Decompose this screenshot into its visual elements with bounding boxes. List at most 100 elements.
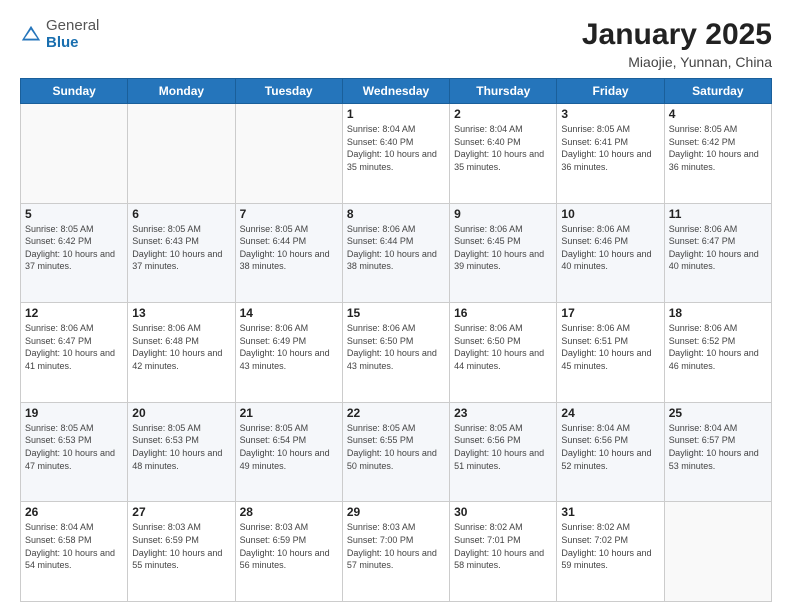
- day-info: Sunrise: 8:06 AM Sunset: 6:48 PM Dayligh…: [132, 322, 230, 372]
- day-number: 13: [132, 306, 230, 320]
- day-info: Sunrise: 8:06 AM Sunset: 6:49 PM Dayligh…: [240, 322, 338, 372]
- day-info: Sunrise: 8:04 AM Sunset: 6:56 PM Dayligh…: [561, 422, 659, 472]
- weekday-header-wednesday: Wednesday: [342, 79, 449, 104]
- day-number: 24: [561, 406, 659, 420]
- day-number: 9: [454, 207, 552, 221]
- calendar-cell: 22 Sunrise: 8:05 AM Sunset: 6:55 PM Dayli…: [342, 402, 449, 502]
- day-info: Sunrise: 8:05 AM Sunset: 6:42 PM Dayligh…: [25, 223, 123, 273]
- calendar-cell: 30 Sunrise: 8:02 AM Sunset: 7:01 PM Dayli…: [450, 502, 557, 602]
- day-info: Sunrise: 8:02 AM Sunset: 7:01 PM Dayligh…: [454, 521, 552, 571]
- day-info: Sunrise: 8:05 AM Sunset: 6:53 PM Dayligh…: [25, 422, 123, 472]
- day-info: Sunrise: 8:05 AM Sunset: 6:44 PM Dayligh…: [240, 223, 338, 273]
- calendar-title: January 2025: [582, 18, 772, 52]
- calendar-cell: 18 Sunrise: 8:06 AM Sunset: 6:52 PM Dayli…: [664, 303, 771, 403]
- day-info: Sunrise: 8:06 AM Sunset: 6:45 PM Dayligh…: [454, 223, 552, 273]
- day-number: 3: [561, 107, 659, 121]
- day-number: 5: [25, 207, 123, 221]
- day-number: 21: [240, 406, 338, 420]
- calendar-cell: 24 Sunrise: 8:04 AM Sunset: 6:56 PM Dayli…: [557, 402, 664, 502]
- day-info: Sunrise: 8:06 AM Sunset: 6:46 PM Dayligh…: [561, 223, 659, 273]
- weekday-header-friday: Friday: [557, 79, 664, 104]
- day-info: Sunrise: 8:03 AM Sunset: 6:59 PM Dayligh…: [240, 521, 338, 571]
- day-info: Sunrise: 8:04 AM Sunset: 6:40 PM Dayligh…: [347, 123, 445, 173]
- day-info: Sunrise: 8:03 AM Sunset: 6:59 PM Dayligh…: [132, 521, 230, 571]
- calendar-cell: 2 Sunrise: 8:04 AM Sunset: 6:40 PM Daylig…: [450, 104, 557, 204]
- calendar-cell: 25 Sunrise: 8:04 AM Sunset: 6:57 PM Dayli…: [664, 402, 771, 502]
- day-number: 26: [25, 505, 123, 519]
- calendar-cell: 20Sunrise: 8:05 AM Sunset: 6:53 PM Dayli…: [128, 402, 235, 502]
- day-info: Sunrise: 8:06 AM Sunset: 6:47 PM Dayligh…: [669, 223, 767, 273]
- day-number: 14: [240, 306, 338, 320]
- calendar-cell: [21, 104, 128, 204]
- calendar-cell: 12 Sunrise: 8:06 AM Sunset: 6:47 PM Dayli…: [21, 303, 128, 403]
- day-number: 17: [561, 306, 659, 320]
- weekday-header-tuesday: Tuesday: [235, 79, 342, 104]
- day-info: Sunrise: 8:05 AM Sunset: 6:41 PM Dayligh…: [561, 123, 659, 173]
- calendar-cell: 26Sunrise: 8:04 AM Sunset: 6:58 PM Dayli…: [21, 502, 128, 602]
- day-info: Sunrise: 8:04 AM Sunset: 6:40 PM Dayligh…: [454, 123, 552, 173]
- weekday-header-row: SundayMondayTuesdayWednesdayThursdayFrid…: [21, 79, 772, 104]
- day-number: 12: [25, 306, 123, 320]
- calendar-cell: [235, 104, 342, 204]
- day-number: 2: [454, 107, 552, 121]
- day-info: Sunrise: 8:04 AM Sunset: 6:57 PM Dayligh…: [669, 422, 767, 472]
- day-number: 29: [347, 505, 445, 519]
- week-row-3: 12 Sunrise: 8:06 AM Sunset: 6:47 PM Dayli…: [21, 303, 772, 403]
- calendar-table: SundayMondayTuesdayWednesdayThursdayFrid…: [20, 78, 772, 602]
- day-number: 18: [669, 306, 767, 320]
- day-info: Sunrise: 8:06 AM Sunset: 6:52 PM Dayligh…: [669, 322, 767, 372]
- day-number: 30: [454, 505, 552, 519]
- calendar-cell: 14 Sunrise: 8:06 AM Sunset: 6:49 PM Dayli…: [235, 303, 342, 403]
- day-number: 23: [454, 406, 552, 420]
- logo-text: General Blue: [46, 18, 99, 51]
- weekday-header-monday: Monday: [128, 79, 235, 104]
- day-number: 4: [669, 107, 767, 121]
- calendar-cell: 5 Sunrise: 8:05 AM Sunset: 6:42 PM Daylig…: [21, 203, 128, 303]
- day-info: Sunrise: 8:06 AM Sunset: 6:47 PM Dayligh…: [25, 322, 123, 372]
- day-number: 11: [669, 207, 767, 221]
- day-number: 31: [561, 505, 659, 519]
- weekday-header-thursday: Thursday: [450, 79, 557, 104]
- calendar-cell: 27 Sunrise: 8:03 AM Sunset: 6:59 PM Dayli…: [128, 502, 235, 602]
- calendar-cell: 29 Sunrise: 8:03 AM Sunset: 7:00 PM Dayli…: [342, 502, 449, 602]
- week-row-5: 26Sunrise: 8:04 AM Sunset: 6:58 PM Dayli…: [21, 502, 772, 602]
- calendar-cell: [128, 104, 235, 204]
- calendar-cell: 11 Sunrise: 8:06 AM Sunset: 6:47 PM Dayli…: [664, 203, 771, 303]
- logo: General Blue: [20, 18, 99, 51]
- day-info: Sunrise: 8:06 AM Sunset: 6:44 PM Dayligh…: [347, 223, 445, 273]
- calendar-cell: 7 Sunrise: 8:05 AM Sunset: 6:44 PM Daylig…: [235, 203, 342, 303]
- calendar-cell: 17Sunrise: 8:06 AM Sunset: 6:51 PM Dayli…: [557, 303, 664, 403]
- day-info: Sunrise: 8:05 AM Sunset: 6:56 PM Dayligh…: [454, 422, 552, 472]
- calendar-cell: 9 Sunrise: 8:06 AM Sunset: 6:45 PM Daylig…: [450, 203, 557, 303]
- day-number: 28: [240, 505, 338, 519]
- week-row-1: 1 Sunrise: 8:04 AM Sunset: 6:40 PM Daylig…: [21, 104, 772, 204]
- day-number: 22: [347, 406, 445, 420]
- day-number: 10: [561, 207, 659, 221]
- day-info: Sunrise: 8:02 AM Sunset: 7:02 PM Dayligh…: [561, 521, 659, 571]
- calendar-cell: 19 Sunrise: 8:05 AM Sunset: 6:53 PM Dayli…: [21, 402, 128, 502]
- calendar-cell: 6Sunrise: 8:05 AM Sunset: 6:43 PM Daylig…: [128, 203, 235, 303]
- day-number: 1: [347, 107, 445, 121]
- day-number: 15: [347, 306, 445, 320]
- day-number: 20: [132, 406, 230, 420]
- day-info: Sunrise: 8:05 AM Sunset: 6:55 PM Dayligh…: [347, 422, 445, 472]
- day-number: 16: [454, 306, 552, 320]
- title-block: January 2025 Miaojie, Yunnan, China: [582, 18, 772, 70]
- logo-general-text: General: [46, 17, 99, 34]
- calendar-cell: 4Sunrise: 8:05 AM Sunset: 6:42 PM Daylig…: [664, 104, 771, 204]
- day-number: 7: [240, 207, 338, 221]
- day-number: 27: [132, 505, 230, 519]
- day-number: 19: [25, 406, 123, 420]
- calendar-cell: 31 Sunrise: 8:02 AM Sunset: 7:02 PM Dayli…: [557, 502, 664, 602]
- logo-blue-text: Blue: [46, 34, 79, 51]
- day-info: Sunrise: 8:06 AM Sunset: 6:50 PM Dayligh…: [347, 322, 445, 372]
- calendar-cell: 15 Sunrise: 8:06 AM Sunset: 6:50 PM Dayli…: [342, 303, 449, 403]
- calendar-cell: 13 Sunrise: 8:06 AM Sunset: 6:48 PM Dayli…: [128, 303, 235, 403]
- week-row-4: 19 Sunrise: 8:05 AM Sunset: 6:53 PM Dayli…: [21, 402, 772, 502]
- day-info: Sunrise: 8:03 AM Sunset: 7:00 PM Dayligh…: [347, 521, 445, 571]
- weekday-header-sunday: Sunday: [21, 79, 128, 104]
- calendar-cell: 16Sunrise: 8:06 AM Sunset: 6:50 PM Dayli…: [450, 303, 557, 403]
- calendar-cell: 28 Sunrise: 8:03 AM Sunset: 6:59 PM Dayli…: [235, 502, 342, 602]
- calendar-cell: 8Sunrise: 8:06 AM Sunset: 6:44 PM Daylig…: [342, 203, 449, 303]
- day-number: 25: [669, 406, 767, 420]
